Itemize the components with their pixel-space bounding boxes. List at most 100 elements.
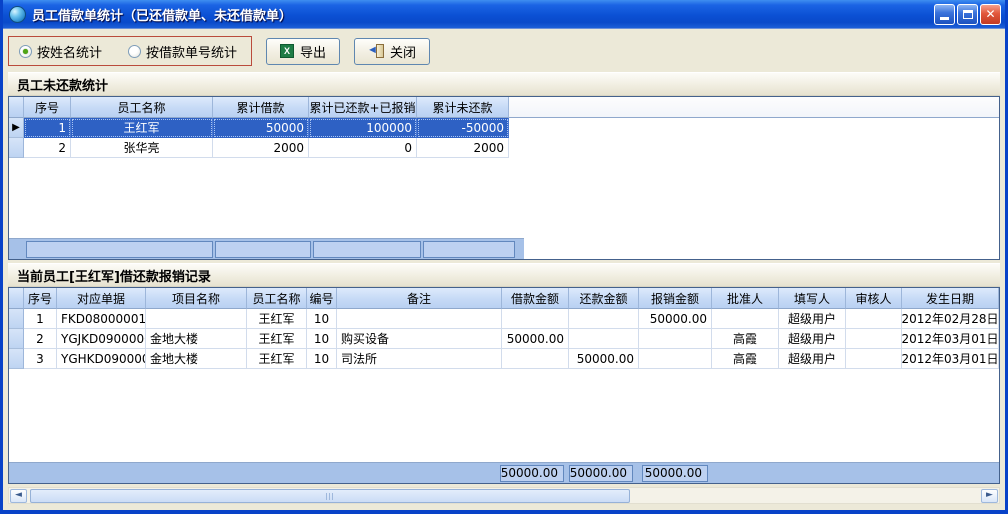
column-header[interactable]: 备注	[337, 288, 502, 309]
table-cell[interactable]	[146, 309, 247, 329]
table-cell[interactable]	[639, 349, 712, 369]
column-header[interactable]: 批准人	[712, 288, 779, 309]
column-header[interactable]: 借款金额	[502, 288, 569, 309]
table-cell[interactable]	[639, 329, 712, 349]
column-header[interactable]: 员工名称	[247, 288, 307, 309]
column-header[interactable]: 还款金额	[569, 288, 639, 309]
table-cell[interactable]: 50000	[213, 118, 309, 138]
close-window-button[interactable]: ◄ 关闭	[354, 38, 430, 65]
maximize-button[interactable]	[957, 4, 978, 25]
table-cell[interactable]: 3	[24, 349, 57, 369]
radio-selected-icon	[19, 45, 32, 58]
maximize-icon	[963, 10, 973, 19]
table-cell[interactable]	[569, 329, 639, 349]
table-cell[interactable]: 1	[24, 309, 57, 329]
horizontal-scrollbar[interactable]: ◄ ►	[8, 487, 1000, 504]
table-cell[interactable]	[846, 349, 902, 369]
row-selector[interactable]	[9, 138, 24, 158]
table-cell[interactable]: 50000.00	[569, 349, 639, 369]
footer-summary-box	[215, 241, 311, 258]
unpaid-table: 序号 员工名称 累计借款 累计已还款+已报销 累计未还款 ▶ 1 王红军 500…	[8, 96, 1000, 260]
table-row[interactable]: 3 YGHKD090000001 金地大楼 王红军 10 司法所 50000.0…	[9, 349, 999, 369]
table-cell[interactable]: 超级用户	[779, 349, 846, 369]
table-cell[interactable]: 王红军	[247, 349, 307, 369]
column-header[interactable]: 审核人	[846, 288, 902, 309]
table-cell[interactable]	[846, 329, 902, 349]
table-cell[interactable]: 司法所	[337, 349, 502, 369]
table-cell[interactable]	[502, 309, 569, 329]
table-cell[interactable]: 高霞	[712, 349, 779, 369]
table-cell[interactable]	[712, 309, 779, 329]
export-button[interactable]: X 导出	[266, 38, 340, 65]
table-cell[interactable]: 金地大楼	[146, 329, 247, 349]
table-row[interactable]: 2 张华亮 2000 0 2000	[9, 138, 999, 158]
table-cell[interactable]: 0	[309, 138, 417, 158]
row-selector[interactable]	[9, 349, 24, 369]
table-cell[interactable]: 10	[307, 329, 337, 349]
excel-icon: X	[280, 44, 294, 58]
table-row[interactable]: 1 FKD080000016 王红军 10 50000.00 超级用户 2012…	[9, 309, 999, 329]
table-cell[interactable]: FKD080000016	[57, 309, 146, 329]
table-cell[interactable]: 王红军	[247, 329, 307, 349]
records-table-header-row: 序号 对应单据 项目名称 员工名称 编号 备注 借款金额 还款金额 报销金额 批…	[9, 288, 999, 309]
radio-by-name[interactable]: 按姓名统计	[19, 42, 102, 61]
table-cell[interactable]: 王红军	[71, 118, 213, 138]
column-header[interactable]: 发生日期	[902, 288, 999, 309]
table-cell[interactable]: 2	[24, 138, 71, 158]
table-cell[interactable]: 50000.00	[502, 329, 569, 349]
window-title: 员工借款单统计（已还借款单、未还借款单）	[32, 5, 934, 24]
table-row[interactable]: ▶ 1 王红军 50000 100000 -50000	[9, 118, 999, 138]
table-cell[interactable]: 2012年02月28日	[902, 309, 999, 329]
records-section-title: 当前员工[王红军]借还款报销记录	[8, 263, 1000, 287]
table-cell[interactable]: 2012年03月01日	[902, 329, 999, 349]
column-header[interactable]: 员工名称	[71, 97, 213, 118]
scroll-left-icon[interactable]: ◄	[10, 489, 27, 503]
table-cell[interactable]: -50000	[417, 118, 509, 138]
table-cell[interactable]: 购买设备	[337, 329, 502, 349]
column-header[interactable]: 项目名称	[146, 288, 247, 309]
scroll-right-icon[interactable]: ►	[981, 489, 998, 503]
table-cell[interactable]	[846, 309, 902, 329]
table-cell[interactable]: 2000	[213, 138, 309, 158]
column-header[interactable]: 编号	[307, 288, 337, 309]
table-cell[interactable]: 2012年03月01日	[902, 349, 999, 369]
table-cell[interactable]: 金地大楼	[146, 349, 247, 369]
table-cell[interactable]: 50000.00	[639, 309, 712, 329]
table-cell[interactable]: YGHKD090000001	[57, 349, 146, 369]
table-cell[interactable]: 2	[24, 329, 57, 349]
row-selector[interactable]	[9, 329, 24, 349]
title-bar[interactable]: 员工借款单统计（已还借款单、未还借款单） ✕	[3, 0, 1005, 28]
table-cell[interactable]: 超级用户	[779, 309, 846, 329]
table-cell[interactable]: 王红军	[247, 309, 307, 329]
table-cell[interactable]: 高霞	[712, 329, 779, 349]
footer-summary-box	[313, 241, 421, 258]
close-button[interactable]: ✕	[980, 4, 1001, 25]
table-cell[interactable]: 张华亮	[71, 138, 213, 158]
table-cell[interactable]	[502, 349, 569, 369]
column-header[interactable]: 累计未还款	[417, 97, 509, 118]
table-cell[interactable]	[337, 309, 502, 329]
table-cell[interactable]	[569, 309, 639, 329]
table-cell[interactable]: 10	[307, 309, 337, 329]
total-repay-amount: 50000.00	[569, 465, 633, 482]
minimize-button[interactable]	[934, 4, 955, 25]
table-cell[interactable]: 1	[24, 118, 71, 138]
column-header[interactable]: 累计已还款+已报销	[309, 97, 417, 118]
table-row[interactable]: 2 YGJKD090000001 金地大楼 王红军 10 购买设备 50000.…	[9, 329, 999, 349]
column-header[interactable]: 报销金额	[639, 288, 712, 309]
unpaid-table-footer	[9, 238, 524, 259]
row-selector[interactable]	[9, 309, 24, 329]
table-cell[interactable]: 100000	[309, 118, 417, 138]
scrollbar-thumb[interactable]	[30, 489, 630, 503]
table-cell[interactable]: YGJKD090000001	[57, 329, 146, 349]
table-cell[interactable]: 10	[307, 349, 337, 369]
column-header[interactable]: 累计借款	[213, 97, 309, 118]
column-header[interactable]: 序号	[24, 288, 57, 309]
radio-by-loan-no[interactable]: 按借款单号统计	[128, 42, 237, 61]
records-table-footer: 50000.00 50000.00 50000.00	[9, 462, 999, 483]
column-header[interactable]: 对应单据	[57, 288, 146, 309]
table-cell[interactable]: 超级用户	[779, 329, 846, 349]
column-header[interactable]: 序号	[24, 97, 71, 118]
table-cell[interactable]: 2000	[417, 138, 509, 158]
column-header[interactable]: 填写人	[779, 288, 846, 309]
